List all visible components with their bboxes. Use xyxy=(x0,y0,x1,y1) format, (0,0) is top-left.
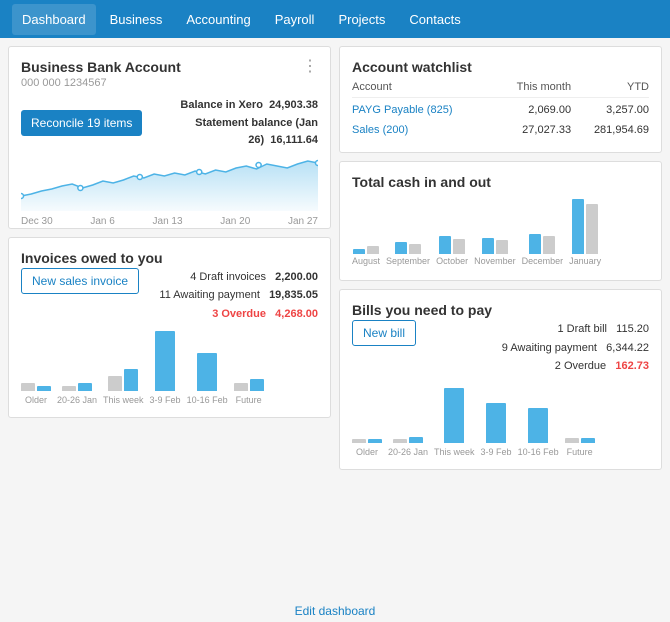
awaiting-bills: 9 Awaiting payment 6,344.22 xyxy=(502,339,649,358)
cash-group-aug: August xyxy=(352,246,380,266)
bills-bar-1: 20-26 Jan xyxy=(388,437,428,457)
invoices-card: Invoices owed to you New sales invoice 4… xyxy=(8,237,331,418)
dashboard-grid: ⋮ Business Bank Account 000 000 1234567 … xyxy=(0,38,670,600)
awaiting-payment: 11 Awaiting payment 19,835.05 xyxy=(159,286,318,305)
draft-invoices: 4 Draft invoices 2,200.00 xyxy=(159,268,318,287)
col-account: Account xyxy=(352,81,494,98)
balance-info: Balance in Xero 24,903.38 Statement bala… xyxy=(142,97,318,150)
left-column: ⋮ Business Bank Account 000 000 1234567 … xyxy=(8,46,331,592)
cash-title: Total cash in and out xyxy=(352,174,649,190)
new-invoice-button[interactable]: New sales invoice xyxy=(21,268,139,294)
bills-bar-5: Future xyxy=(565,438,595,457)
nav-business[interactable]: Business xyxy=(100,4,173,35)
bar-group-5: Future xyxy=(234,379,264,405)
new-bill-button[interactable]: New bill xyxy=(352,320,416,346)
nav-accounting[interactable]: Accounting xyxy=(176,4,260,35)
sparkline-chart: Dec 30 Jan 6 Jan 13 Jan 20 Jan 27 xyxy=(21,156,318,216)
cash-group-sep: September xyxy=(386,242,430,266)
bills-bar-2: This week xyxy=(434,388,475,457)
nav-projects[interactable]: Projects xyxy=(328,4,395,35)
watchlist-table: Account This month YTD PAYG Payable (825… xyxy=(352,81,649,140)
cash-group-dec: December xyxy=(522,234,564,266)
invoice-bar-chart: Older 20-26 Jan This week 3-9 Feb 10-16 … xyxy=(21,330,318,405)
overdue-invoices: 3 Overdue 4,268.00 xyxy=(159,305,318,324)
balance-label: Balance in Xero 24,903.38 xyxy=(142,97,318,115)
draft-bills: 1 Draft bill 115.20 xyxy=(502,320,649,339)
bank-account-card: ⋮ Business Bank Account 000 000 1234567 … xyxy=(8,46,331,229)
bills-top: New bill 1 Draft bill 115.20 9 Awaiting … xyxy=(352,320,649,376)
bank-summary: Reconcile 19 items Balance in Xero 24,90… xyxy=(21,97,318,150)
this-month-1: 27,027.33 xyxy=(494,120,571,140)
watchlist-row-1: Sales (200) 27,027.33 281,954.69 xyxy=(352,120,649,140)
watchlist-row-0: PAYG Payable (825) 2,069.00 3,257.00 xyxy=(352,98,649,121)
nav-dashboard[interactable]: Dashboard xyxy=(12,4,96,35)
nav-contacts[interactable]: Contacts xyxy=(399,4,470,35)
bills-bar-0: Older xyxy=(352,439,382,457)
cash-group-jan: January xyxy=(569,199,601,266)
bar-group-1: 20-26 Jan xyxy=(57,383,97,405)
ytd-0: 3,257.00 xyxy=(571,98,649,121)
bills-card: Bills you need to pay New bill 1 Draft b… xyxy=(339,289,662,470)
edit-dashboard-footer: Edit dashboard xyxy=(0,600,670,622)
bar-group-0: Older xyxy=(21,383,51,405)
reconcile-button[interactable]: Reconcile 19 items xyxy=(21,110,142,136)
bar-group-3: 3-9 Feb xyxy=(150,331,181,405)
col-ytd: YTD xyxy=(571,81,649,98)
cash-bar-chart: August September October xyxy=(352,198,649,268)
bar-group-2: This week xyxy=(103,369,144,405)
col-this-month: This month xyxy=(494,81,571,98)
ytd-1: 281,954.69 xyxy=(571,120,649,140)
bills-bar-chart: Older 20-26 Jan This week 3-9 Feb 10-16 … xyxy=(352,382,649,457)
account-link-1[interactable]: Sales (200) xyxy=(352,124,408,136)
bank-account-number: 000 000 1234567 xyxy=(21,77,318,89)
bank-card-title: Business Bank Account xyxy=(21,59,318,75)
bar-group-4: 10-16 Feb xyxy=(187,353,228,405)
watchlist-card: Account watchlist Account This month YTD… xyxy=(339,46,662,153)
bank-menu-icon[interactable]: ⋮ xyxy=(302,59,318,75)
cash-group-oct: October xyxy=(436,236,468,266)
invoice-stats: 4 Draft invoices 2,200.00 11 Awaiting pa… xyxy=(159,268,318,324)
bills-bar-3: 3-9 Feb xyxy=(481,403,512,457)
bills-stats: 1 Draft bill 115.20 9 Awaiting payment 6… xyxy=(502,320,649,376)
bills-bar-4: 10-16 Feb xyxy=(518,408,559,457)
account-link-0[interactable]: PAYG Payable (825) xyxy=(352,104,452,116)
nav-payroll[interactable]: Payroll xyxy=(265,4,325,35)
bills-title: Bills you need to pay xyxy=(352,302,649,318)
edit-dashboard-link[interactable]: Edit dashboard xyxy=(295,604,376,618)
overdue-bills: 2 Overdue 162.73 xyxy=(502,357,649,376)
right-column: Account watchlist Account This month YTD… xyxy=(339,46,662,592)
sparkline-labels: Dec 30 Jan 6 Jan 13 Jan 20 Jan 27 xyxy=(21,216,318,227)
statement-label: Statement balance (Jan 26) 16,111.64 xyxy=(142,115,318,150)
invoice-top: New sales invoice 4 Draft invoices 2,200… xyxy=(21,268,318,324)
this-month-0: 2,069.00 xyxy=(494,98,571,121)
main-nav: Dashboard Business Accounting Payroll Pr… xyxy=(0,0,670,38)
cash-card: Total cash in and out August September xyxy=(339,161,662,281)
invoices-title: Invoices owed to you xyxy=(21,250,318,266)
cash-group-nov: November xyxy=(474,238,516,266)
watchlist-title: Account watchlist xyxy=(352,59,649,75)
